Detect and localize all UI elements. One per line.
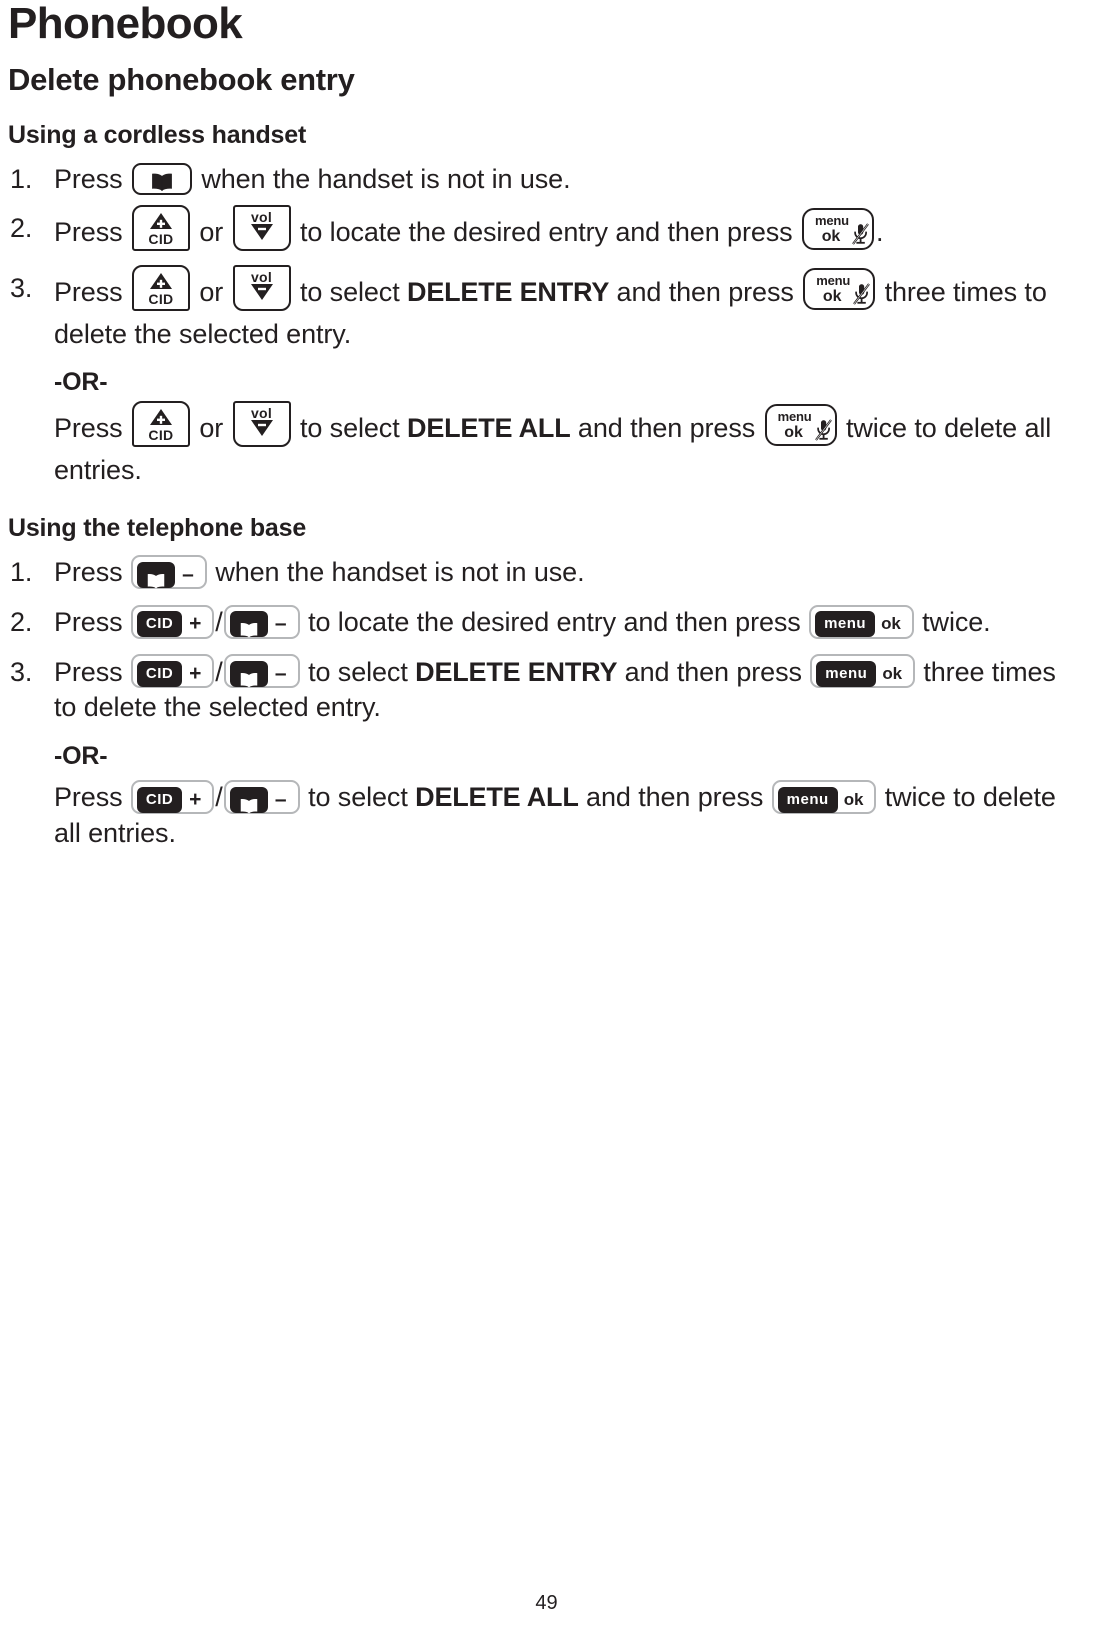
step-number: 3. bbox=[10, 656, 33, 687]
base-cid-key-label: CID bbox=[136, 611, 183, 638]
step-number: 3. bbox=[10, 273, 33, 304]
handset-phonebook-key[interactable] bbox=[131, 162, 192, 195]
base-phonebook-key-pill bbox=[229, 661, 268, 688]
triangle-down-minus-icon bbox=[250, 415, 274, 442]
base-step-3-alternative: Press CID + / – to select DELETE ALL and th… bbox=[54, 779, 1085, 851]
base-phonebook-key[interactable]: – bbox=[130, 554, 207, 589]
open-book-icon bbox=[150, 169, 174, 191]
handset-cid-key-label: CID bbox=[148, 231, 174, 248]
handset-vol-down-key[interactable]: vol bbox=[232, 400, 291, 447]
subsection-heading-base: Using the telephone base bbox=[8, 513, 307, 542]
step-text: Press when the handset is not in use. bbox=[54, 162, 571, 195]
cordless-step-3: 3. Press CID or vol to select DELETE ENTR… bbox=[8, 265, 1085, 488]
handset-cid-up-key[interactable]: CID bbox=[131, 400, 190, 447]
handset-cid-key-label: CID bbox=[148, 291, 174, 308]
minus-sign: – bbox=[274, 662, 287, 686]
menu-option-name: DELETE ALL bbox=[407, 412, 571, 443]
minus-sign: – bbox=[274, 612, 287, 636]
base-menu-key-label: menu bbox=[777, 786, 838, 813]
step-text: Press – when the handset is not in use. bbox=[54, 554, 585, 589]
open-book-icon bbox=[239, 616, 259, 638]
chapter-title: Phonebook bbox=[8, 0, 243, 48]
handset-vol-down-key[interactable]: vol bbox=[232, 265, 291, 312]
base-ok-key-label: ok bbox=[843, 789, 864, 809]
base-step-1: 1. Press – when the handset is not in use… bbox=[8, 554, 1085, 591]
step-number: 2. bbox=[10, 606, 33, 637]
or-separator: -OR- bbox=[54, 741, 108, 770]
step-text: Press CID + / – to select DELETE ENTRY and … bbox=[54, 654, 1056, 722]
handset-menu-key-label: menu bbox=[815, 213, 849, 229]
base-cid-key[interactable]: CID + bbox=[130, 779, 215, 814]
cordless-steps: 1. Press when the handset is not in use. 2… bbox=[8, 162, 1085, 488]
handset-cid-up-key[interactable]: CID bbox=[131, 205, 190, 252]
triangle-down-minus-icon bbox=[250, 219, 274, 246]
base-step-2: 2. Press CID + / – to locate the desired ent… bbox=[8, 604, 1085, 641]
step-text: Press CID or vol to select DELETE ENTRY … bbox=[54, 265, 1047, 349]
base-menu-ok-key[interactable]: menu ok bbox=[809, 604, 914, 639]
page-number: 49 bbox=[535, 1592, 558, 1614]
handset-vol-down-key[interactable]: vol bbox=[232, 205, 291, 252]
cordless-step-3-alternative: Press CID or vol to select DELETE ALL an… bbox=[54, 400, 1085, 488]
triangle-down-minus-icon bbox=[250, 279, 274, 306]
or-separator: -OR- bbox=[54, 368, 108, 397]
plus-sign: + bbox=[189, 612, 202, 636]
base-menu-key-label: menu bbox=[815, 611, 876, 638]
base-cid-key-label: CID bbox=[136, 786, 183, 813]
subsection-heading-cordless: Using a cordless handset bbox=[8, 121, 307, 149]
plus-sign: + bbox=[189, 662, 202, 686]
menu-option-name: DELETE ENTRY bbox=[407, 277, 610, 308]
muted-microphone-icon bbox=[852, 223, 869, 245]
handset-menu-ok-key[interactable]: menu ok bbox=[803, 268, 876, 311]
handset-menu-ok-key[interactable]: menu ok bbox=[764, 403, 837, 446]
base-cid-key-label: CID bbox=[136, 661, 183, 688]
plus-sign: + bbox=[189, 787, 202, 811]
base-steps: 1. Press – when the handset is not in use… bbox=[8, 554, 1085, 851]
handset-ok-key-label: ok bbox=[821, 228, 841, 246]
base-phonebook-key[interactable]: – bbox=[223, 779, 300, 814]
handset-menu-key-label: menu bbox=[777, 408, 812, 424]
base-cid-key[interactable]: CID + bbox=[130, 604, 215, 639]
base-phonebook-key-pill bbox=[229, 611, 268, 638]
base-phonebook-key[interactable]: – bbox=[223, 654, 300, 689]
cordless-step-2: 2. Press CID or vol to locate the desired… bbox=[8, 205, 1085, 257]
base-menu-ok-key[interactable]: menu ok bbox=[771, 779, 877, 814]
base-step-3: 3. Press CID + / – to select DELETE ENTRY an… bbox=[8, 654, 1085, 851]
minus-sign: – bbox=[274, 787, 287, 811]
base-phonebook-key-pill bbox=[136, 561, 175, 588]
muted-microphone-icon bbox=[814, 419, 832, 441]
base-cid-key[interactable]: CID + bbox=[130, 654, 215, 689]
step-number: 2. bbox=[10, 213, 33, 244]
handset-menu-ok-key[interactable]: menu ok bbox=[801, 208, 874, 251]
open-book-icon bbox=[239, 666, 259, 688]
step-text: Press CID + / – to locate the desired entry… bbox=[54, 604, 991, 639]
handset-cid-up-key[interactable]: CID bbox=[131, 265, 190, 312]
base-ok-key-label: ok bbox=[882, 664, 902, 684]
step-text: Press CID or vol to locate the desired e… bbox=[54, 205, 883, 252]
base-menu-ok-key[interactable]: menu ok bbox=[810, 654, 915, 689]
base-phonebook-key-pill bbox=[229, 786, 268, 813]
base-menu-key-label: menu bbox=[816, 661, 877, 688]
step-number: 1. bbox=[10, 556, 33, 587]
menu-option-name: DELETE ALL bbox=[415, 782, 579, 812]
manual-page: Phonebook Delete phonebook entry Using a… bbox=[0, 0, 1093, 1629]
handset-ok-key-label: ok bbox=[822, 288, 842, 306]
handset-ok-key-label: ok bbox=[784, 423, 803, 441]
base-phonebook-key[interactable]: – bbox=[223, 604, 300, 639]
open-book-icon bbox=[239, 792, 259, 813]
menu-option-name: DELETE ENTRY bbox=[415, 656, 618, 687]
handset-menu-key-label: menu bbox=[816, 273, 851, 289]
base-ok-key-label: ok bbox=[881, 614, 901, 634]
handset-cid-key-label: CID bbox=[148, 426, 174, 443]
step-number: 1. bbox=[10, 164, 33, 194]
muted-microphone-icon bbox=[853, 283, 871, 305]
minus-sign: – bbox=[182, 562, 194, 586]
section-title: Delete phonebook entry bbox=[8, 62, 355, 97]
cordless-step-1: 1. Press when the handset is not in use. bbox=[8, 162, 1085, 197]
open-book-icon bbox=[146, 567, 166, 588]
